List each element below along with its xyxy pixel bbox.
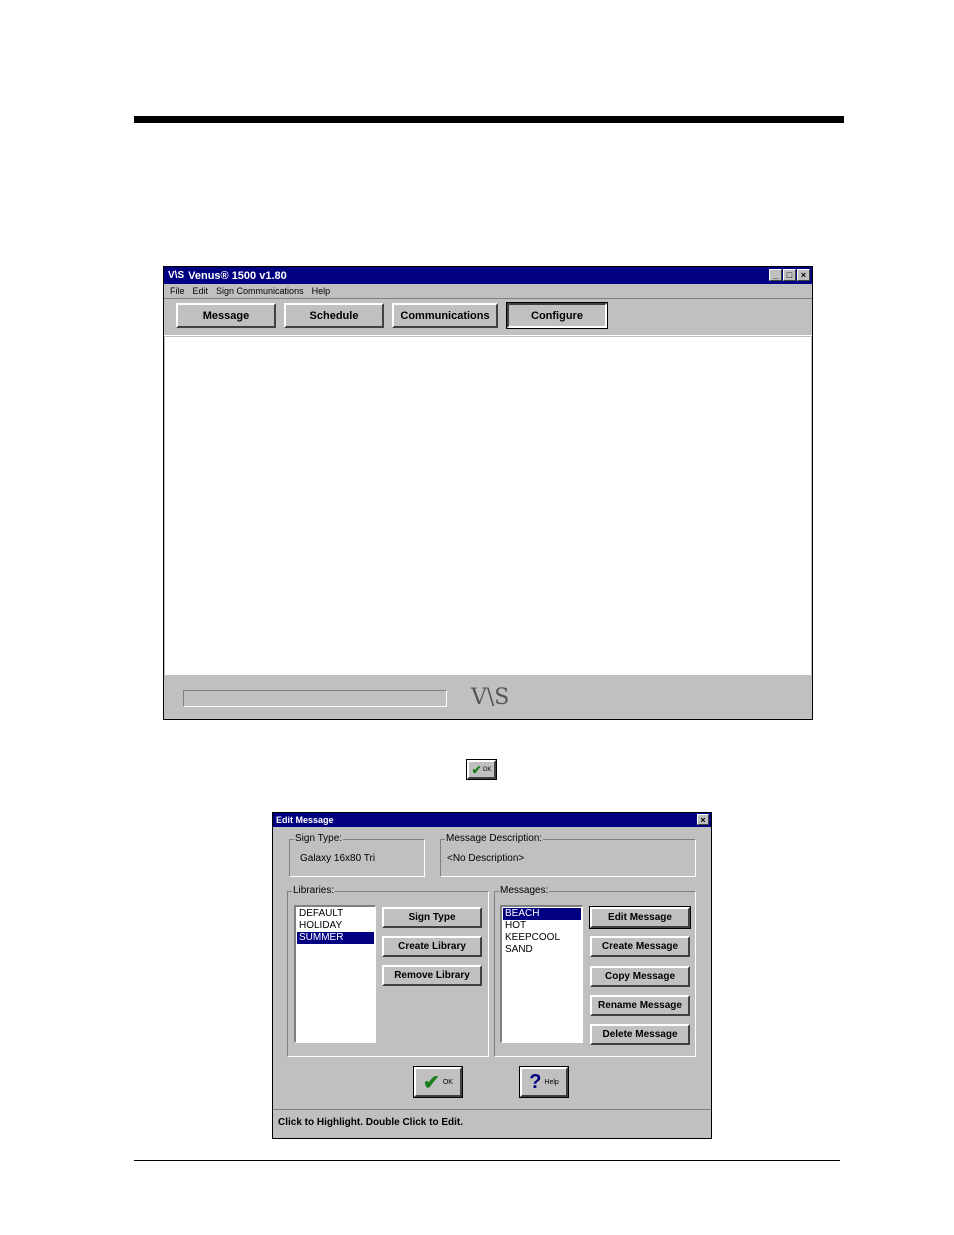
message-item-sand[interactable]: SAND (503, 944, 581, 956)
library-item-holiday[interactable]: HOLIDAY (297, 920, 374, 932)
messages-group: Messages: BEACH HOT KEEPCOOL SAND Edit M… (494, 885, 696, 1057)
dialog-titlebar[interactable]: Edit Message × (273, 813, 711, 827)
create-message-button[interactable]: Create Message (590, 936, 690, 957)
menu-file[interactable]: File (170, 286, 185, 296)
menu-help[interactable]: Help (312, 286, 331, 296)
question-mark-icon: ? (529, 1070, 542, 1093)
library-item-default[interactable]: DEFAULT (297, 908, 374, 920)
main-status-bar: V\S (165, 681, 811, 717)
main-titlebar[interactable]: V\S Venus® 1500 v1.80 _ □ × (164, 267, 812, 284)
ok-icon-label: OK (482, 766, 492, 773)
configure-button[interactable]: Configure (506, 302, 608, 329)
sign-type-button[interactable]: Sign Type (382, 907, 482, 928)
work-area (165, 337, 811, 675)
close-button[interactable]: × (797, 269, 810, 281)
library-item-summer[interactable]: SUMMER (297, 932, 374, 944)
ok-icon-sample: ✔ OK (466, 759, 497, 780)
ok-button-label: OK (442, 1078, 453, 1086)
message-item-keepcool[interactable]: KEEPCOOL (503, 932, 581, 944)
messages-label: Messages: (499, 885, 550, 896)
app-logo-icon: V\S (168, 270, 185, 281)
help-button[interactable]: ? Help (519, 1066, 569, 1098)
schedule-button[interactable]: Schedule (284, 303, 384, 328)
menu-edit[interactable]: Edit (193, 286, 209, 296)
dialog-status-bar: Click to Highlight. Double Click to Edit… (273, 1109, 711, 1135)
vis-logo: V\S (471, 685, 510, 710)
create-library-button[interactable]: Create Library (382, 936, 482, 957)
top-rule (134, 116, 844, 123)
edit-message-dialog: Edit Message × Sign Type: Galaxy 16x80 T… (272, 812, 712, 1139)
message-description-value: <No Description> (447, 853, 525, 864)
sign-type-label: Sign Type: (294, 833, 344, 844)
main-window: V\S Venus® 1500 v1.80 _ □ × File Edit Si… (163, 266, 813, 720)
main-window-title: Venus® 1500 v1.80 (188, 269, 287, 282)
dialog-close-button[interactable]: × (697, 814, 709, 825)
minimize-button[interactable]: _ (769, 269, 782, 281)
status-field (183, 690, 447, 707)
main-toolbar: Message Schedule Communications Configur… (164, 298, 812, 336)
edit-message-button[interactable]: Edit Message (589, 906, 691, 929)
delete-message-button[interactable]: Delete Message (590, 1024, 690, 1045)
rename-message-button[interactable]: Rename Message (590, 995, 690, 1016)
dialog-title: Edit Message (276, 815, 334, 825)
ok-button[interactable]: ✔ OK (413, 1066, 463, 1098)
copy-message-button[interactable]: Copy Message (590, 966, 690, 987)
checkmark-icon: ✔ (423, 1071, 440, 1094)
sign-type-value: Galaxy 16x80 Tri (300, 853, 376, 864)
sign-type-group: Sign Type: Galaxy 16x80 Tri (289, 833, 425, 877)
libraries-label: Libraries: (292, 885, 336, 896)
bottom-rule (134, 1160, 840, 1161)
checkmark-icon: ✔ (471, 762, 482, 777)
message-description-group: Message Description: <No Description> (440, 833, 696, 877)
remove-library-button[interactable]: Remove Library (382, 965, 482, 986)
message-description-label: Message Description: (445, 833, 544, 844)
libraries-group: Libraries: DEFAULT HOLIDAY SUMMER Sign T… (287, 885, 489, 1057)
help-button-label: Help (544, 1078, 559, 1086)
message-item-beach[interactable]: BEACH (503, 908, 581, 920)
libraries-listbox[interactable]: DEFAULT HOLIDAY SUMMER (294, 905, 376, 1043)
messages-listbox[interactable]: BEACH HOT KEEPCOOL SAND (500, 905, 583, 1043)
communications-button[interactable]: Communications (392, 303, 498, 328)
menu-sign-communications[interactable]: Sign Communications (216, 286, 304, 296)
message-button[interactable]: Message (176, 303, 276, 328)
message-item-hot[interactable]: HOT (503, 920, 581, 932)
maximize-button[interactable]: □ (783, 269, 796, 281)
menu-bar: File Edit Sign Communications Help (164, 284, 812, 298)
